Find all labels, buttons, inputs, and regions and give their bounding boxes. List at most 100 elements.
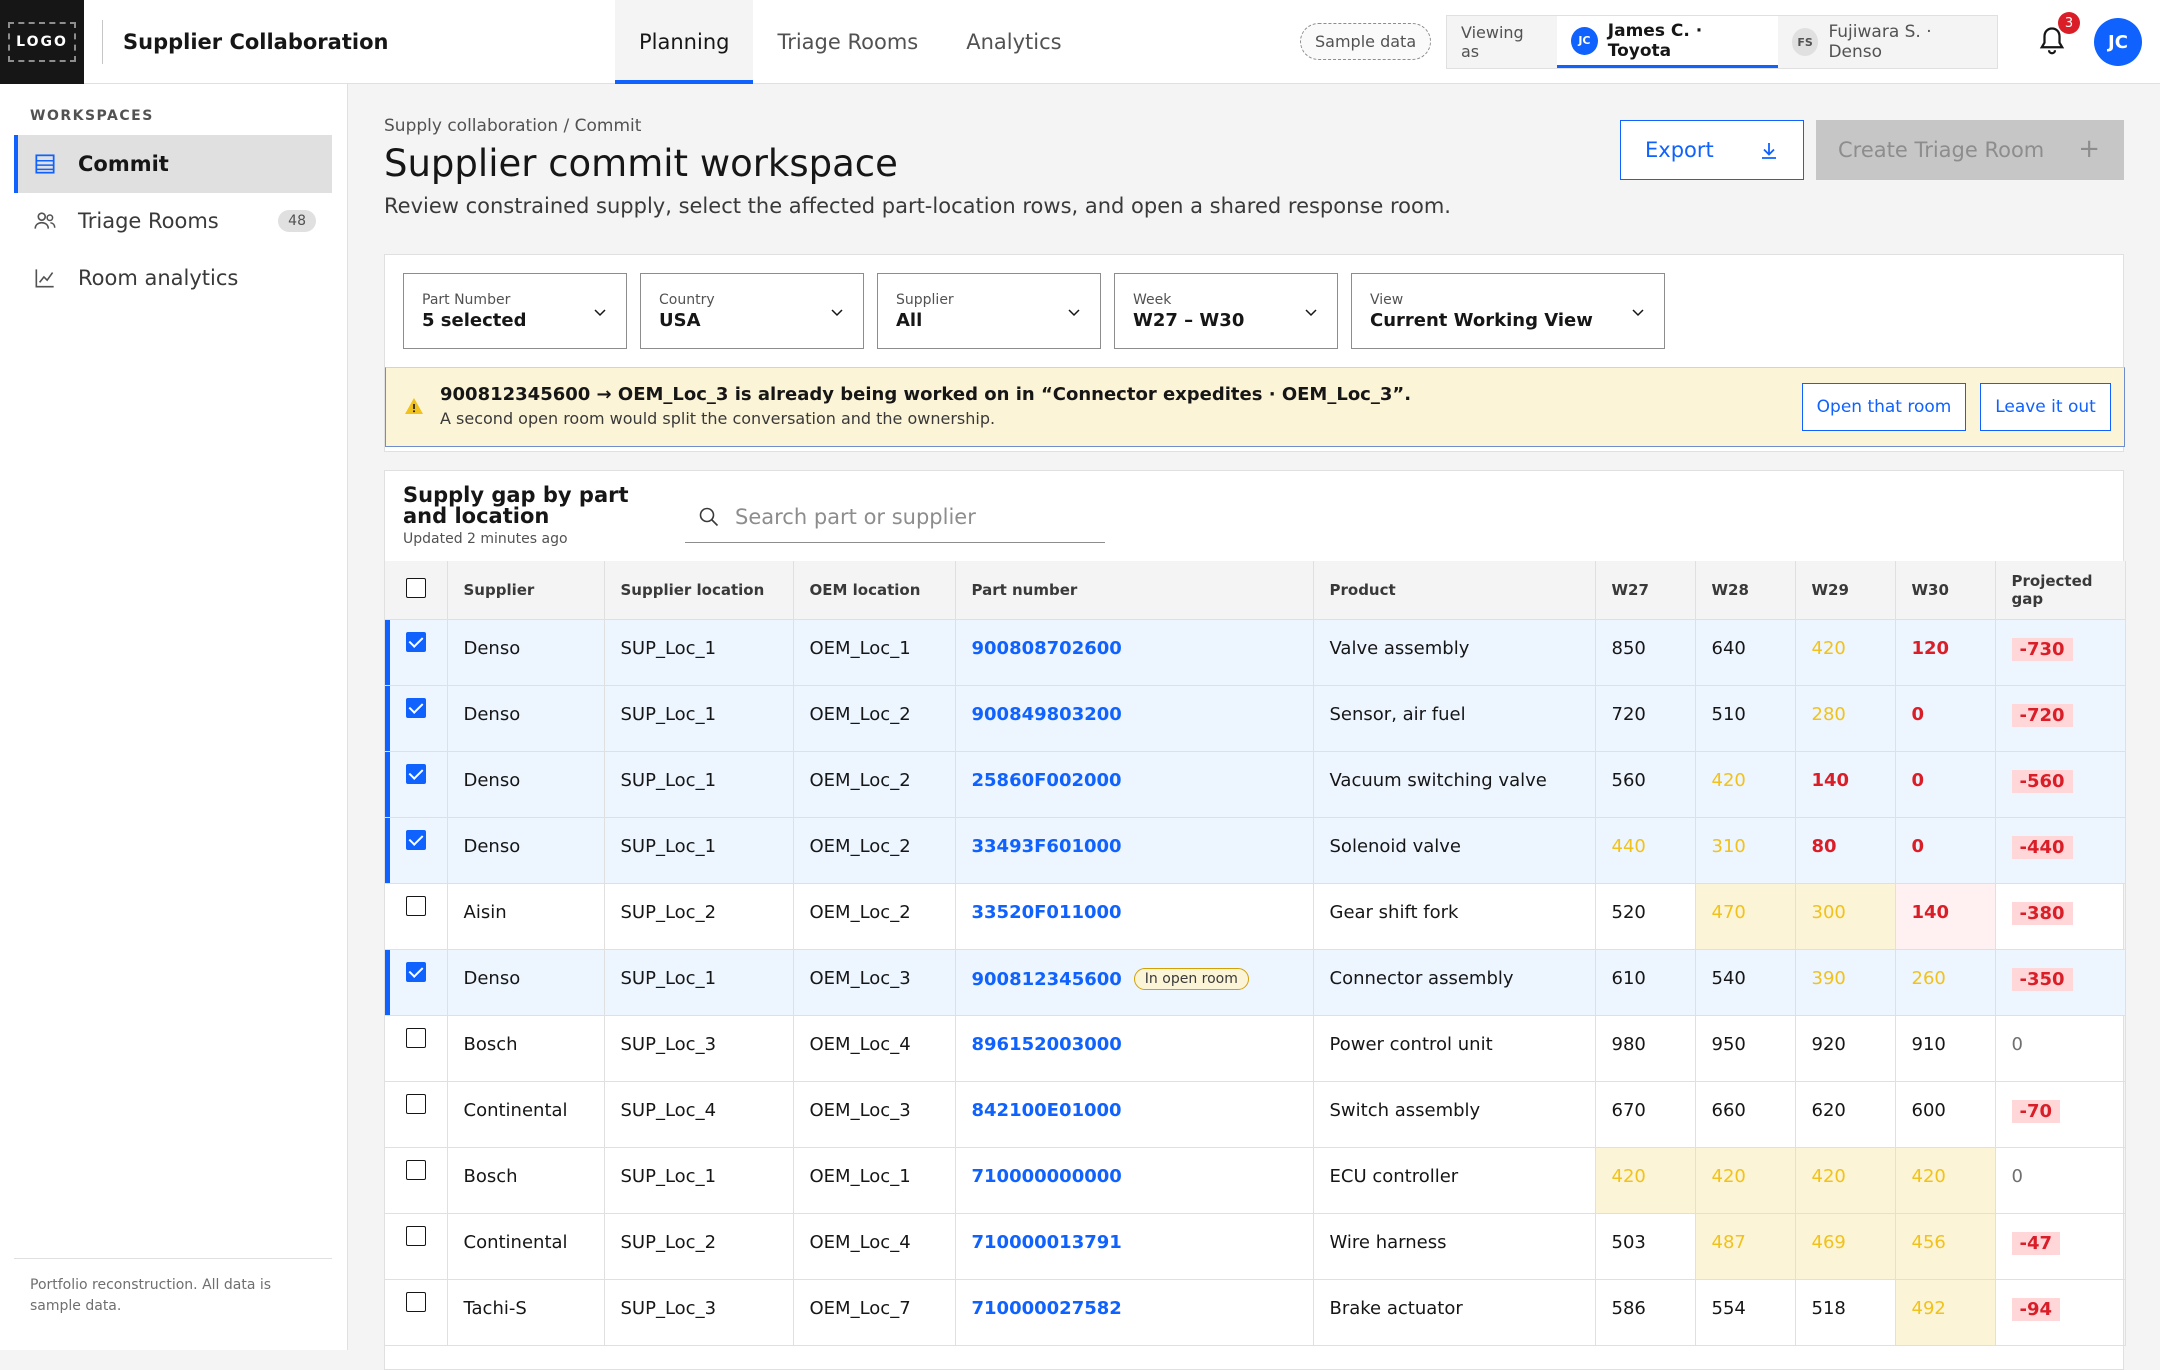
row-select-cell xyxy=(385,1015,448,1082)
table-row[interactable]: Denso SUP_Loc_1 OEM_Loc_2 33493F601000 Solen… xyxy=(385,817,2126,884)
part-number-link[interactable]: 710000027582 xyxy=(972,1298,1122,1319)
create-triage-room-button[interactable]: Create Triage Room + xyxy=(1816,120,2124,180)
leave-it-out-button[interactable]: Leave it out xyxy=(1980,383,2111,431)
part-number-link[interactable]: 900812345600 xyxy=(972,969,1122,990)
logo[interactable]: LOGO xyxy=(0,0,84,84)
part-number-link[interactable]: 710000013791 xyxy=(972,1232,1122,1253)
column-header[interactable]: Part number xyxy=(955,561,1314,620)
column-header[interactable]: W29 xyxy=(1795,561,1896,620)
row-checkbox[interactable] xyxy=(405,697,426,718)
week-cell: 260 xyxy=(1895,949,1996,1016)
part-number-link[interactable]: 842100E01000 xyxy=(972,1100,1122,1121)
supplier-cell: Continental xyxy=(447,1081,605,1148)
part-number-link[interactable]: 900849803200 xyxy=(972,704,1122,725)
part-number-cell: 25860F002000 xyxy=(955,751,1314,818)
projected-gap-cell: -720 xyxy=(1995,685,2126,752)
projected-gap-cell: -47 xyxy=(1995,1213,2126,1280)
table-row[interactable]: Aisin SUP_Loc_2 OEM_Loc_2 33520F011000 Gear … xyxy=(385,883,2126,950)
persona-name: Fujiwara S. · Denso xyxy=(1828,22,1932,62)
export-button[interactable]: Export xyxy=(1620,120,1804,180)
table-row[interactable]: Denso SUP_Loc_1 OEM_Loc_2 900849803200 Senso… xyxy=(385,685,2126,752)
week-cell: 120 xyxy=(1895,619,1996,686)
chart-icon xyxy=(35,269,54,288)
week-cell: 280 xyxy=(1795,685,1896,752)
column-header[interactable]: Projected gap xyxy=(1995,561,2126,620)
week-value: 510 xyxy=(1711,703,1746,725)
column-header[interactable]: Product xyxy=(1313,561,1596,620)
sidebar-item-commit[interactable]: Commit xyxy=(14,135,332,193)
row-checkbox[interactable] xyxy=(405,1159,426,1180)
user-avatar[interactable]: JC xyxy=(2094,18,2142,66)
week-value: 920 xyxy=(1811,1033,1846,1055)
part-number-link[interactable]: 710000000000 xyxy=(972,1166,1122,1187)
open-that-room-button[interactable]: Open that room xyxy=(1802,383,1966,431)
table-row[interactable]: Denso SUP_Loc_1 OEM_Loc_2 25860F002000 Vacuu… xyxy=(385,751,2126,818)
sidebar-item-room-analytics[interactable]: Room analytics xyxy=(14,249,332,307)
part-number-link[interactable]: 33520F011000 xyxy=(972,902,1122,923)
row-checkbox[interactable] xyxy=(405,829,426,850)
column-header[interactable]: W27 xyxy=(1595,561,1696,620)
oem-location-cell: OEM_Loc_2 xyxy=(793,685,956,752)
week-cell: 950 xyxy=(1695,1015,1796,1082)
row-checkbox[interactable] xyxy=(405,763,426,784)
part-number-link[interactable]: 900808702600 xyxy=(972,638,1122,659)
table-row[interactable]: Continental SUP_Loc_2 OEM_Loc_4 71000001379… xyxy=(385,1213,2126,1280)
persona-fujiwara[interactable]: FS Fujiwara S. · Denso xyxy=(1778,16,1997,68)
table-row[interactable]: Continental SUP_Loc_4 OEM_Loc_3 842100E0100… xyxy=(385,1081,2126,1148)
part-number-link[interactable]: 25860F002000 xyxy=(972,770,1122,791)
week-cell: 720 xyxy=(1595,685,1696,752)
search-input[interactable]: Search part or supplier xyxy=(685,491,1105,543)
week-cell: 586 xyxy=(1595,1279,1696,1346)
tab-analytics[interactable]: Analytics xyxy=(942,0,1085,84)
row-checkbox[interactable] xyxy=(405,895,426,916)
row-select-cell xyxy=(385,1279,448,1346)
week-cell: 470 xyxy=(1695,883,1796,950)
breadcrumb[interactable]: Supply collaboration / Commit xyxy=(384,116,641,136)
persona-james[interactable]: JC James C. · Toyota xyxy=(1557,16,1778,68)
row-checkbox[interactable] xyxy=(405,1291,426,1312)
select-all-checkbox[interactable] xyxy=(405,577,426,598)
filter-week[interactable]: Week W27 – W30 xyxy=(1114,273,1338,349)
week-cell: 0 xyxy=(1895,751,1996,818)
oem-location-cell: OEM_Loc_1 xyxy=(793,619,956,686)
filter-country[interactable]: Country USA xyxy=(640,273,864,349)
sidebar-item-triage-rooms[interactable]: Triage Rooms 48 xyxy=(14,192,332,250)
filter-view[interactable]: View Current Working View xyxy=(1351,273,1665,349)
week-cell: 910 xyxy=(1895,1015,1996,1082)
supplier-location-cell: SUP_Loc_1 xyxy=(604,619,794,686)
column-header[interactable]: W28 xyxy=(1695,561,1796,620)
week-cell: 492 xyxy=(1895,1279,1996,1346)
table-row[interactable]: Tachi-S SUP_Loc_3 OEM_Loc_7 710000027582 Bra… xyxy=(385,1279,2126,1346)
row-checkbox[interactable] xyxy=(405,1225,426,1246)
column-header[interactable]: W30 xyxy=(1895,561,1996,620)
part-number-cell: 710000027582 xyxy=(955,1279,1314,1346)
week-cell: 850 xyxy=(1595,619,1696,686)
week-cell: 420 xyxy=(1695,751,1796,818)
tab-triage-rooms[interactable]: Triage Rooms xyxy=(753,0,942,84)
row-checkbox[interactable] xyxy=(405,1027,426,1048)
supplier-location-cell: SUP_Loc_1 xyxy=(604,949,794,1016)
updated-timestamp: Updated 2 minutes ago xyxy=(403,531,568,547)
tab-planning[interactable]: Planning xyxy=(615,0,754,84)
part-number-link[interactable]: 33493F601000 xyxy=(972,836,1122,857)
week-value: 420 xyxy=(1911,1165,1946,1187)
part-number-cell: 33493F601000 xyxy=(955,817,1314,884)
column-header[interactable]: Supplier xyxy=(447,561,605,620)
row-checkbox[interactable] xyxy=(405,1093,426,1114)
filter-supplier[interactable]: Supplier All xyxy=(877,273,1101,349)
table-row[interactable]: Denso SUP_Loc_1 OEM_Loc_1 900808702600 Valve… xyxy=(385,619,2126,686)
table-row[interactable]: Bosch SUP_Loc_3 OEM_Loc_4 896152003000 Power… xyxy=(385,1015,2126,1082)
week-cell: 610 xyxy=(1595,949,1696,1016)
column-header[interactable]: Supplier location xyxy=(604,561,794,620)
row-checkbox[interactable] xyxy=(405,961,426,982)
filter-part-number[interactable]: Part Number 5 selected xyxy=(403,273,627,349)
row-checkbox[interactable] xyxy=(405,631,426,652)
week-cell: 503 xyxy=(1595,1213,1696,1280)
week-cell: 487 xyxy=(1695,1213,1796,1280)
table-row[interactable]: Bosch SUP_Loc_1 OEM_Loc_1 710000000000 ECU c… xyxy=(385,1147,2126,1214)
part-number-link[interactable]: 896152003000 xyxy=(972,1034,1122,1055)
column-header[interactable]: OEM location xyxy=(793,561,956,620)
projected-gap-value: -730 xyxy=(2011,637,2073,661)
week-value: 260 xyxy=(1911,967,1946,989)
table-row[interactable]: Denso SUP_Loc_1 OEM_Loc_3 900812345600 In op… xyxy=(385,949,2126,1016)
